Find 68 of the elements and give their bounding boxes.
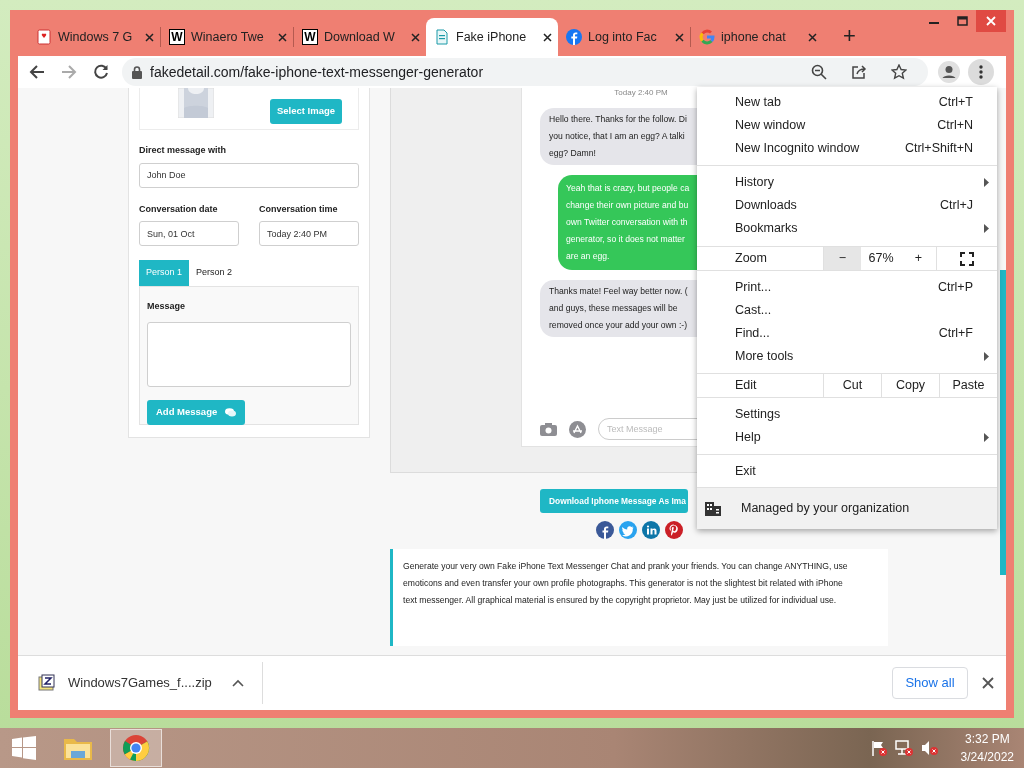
document-icon [434, 29, 450, 45]
caret-icon[interactable] [231, 679, 244, 687]
camera-icon[interactable] [540, 422, 557, 436]
google-icon [699, 29, 715, 45]
menu-item[interactable]: Exit [697, 460, 997, 483]
field-label: Direct message with [139, 144, 228, 157]
menu-label: Zoom [735, 250, 767, 268]
submenu-arrow-icon [984, 223, 989, 233]
address-bar[interactable]: fakedetail.com/fake-iphone-text-messenger-generator [122, 58, 928, 86]
chrome-icon[interactable] [122, 734, 150, 762]
zoom-in-button[interactable]: + [901, 247, 936, 270]
network-icon[interactable] [894, 740, 913, 756]
person-tab[interactable]: Person 2 [189, 260, 240, 286]
chat-icon [225, 407, 237, 417]
submenu-arrow-icon [984, 351, 989, 361]
time-field[interactable]: Today 2:40 PM [259, 221, 359, 246]
menu-icon[interactable] [968, 59, 994, 85]
zip-file-icon [38, 674, 56, 692]
close-icon[interactable] [982, 677, 994, 689]
timestamp: Today 2:40 PM [613, 88, 669, 98]
new-tab-button[interactable]: + [837, 24, 862, 48]
start-icon[interactable] [12, 736, 36, 760]
flag-icon[interactable] [870, 740, 887, 756]
menu-item[interactable]: More tools [697, 345, 997, 368]
description-text: Generate your very own Fake iPhone Text Messenger Chat and prank your friends. You can change ANYTHING, use emoticons and even transfer your own profile photographs. This generator is not the slightest bit related with iPhone text messenger. All graphical material is ensured by the copyright proprietor. May just be utilized for individual use. [390, 549, 888, 646]
browser-tab[interactable]: W Download W [294, 18, 426, 56]
zoom-out-button[interactable]: − [823, 247, 861, 270]
cards-icon [36, 29, 52, 45]
facebook-icon [566, 29, 582, 45]
profile-icon[interactable] [936, 59, 962, 85]
close-icon[interactable] [411, 32, 420, 42]
zoom-level: 67% [867, 250, 895, 268]
field-label: Conversation time [259, 202, 339, 216]
browser-tab[interactable]: W Winaero Twe [161, 18, 293, 56]
show-all-button[interactable]: Show all [892, 667, 968, 699]
submenu-arrow-icon [984, 177, 989, 187]
close-icon[interactable] [543, 32, 552, 42]
logo-icon: W [302, 29, 318, 45]
menu-action-button[interactable]: Paste [939, 374, 997, 397]
browser-tab[interactable]: Log into Fac [558, 18, 690, 56]
close-icon[interactable] [278, 32, 287, 42]
menu-action-button[interactable]: Copy [881, 374, 939, 397]
menu-label: Edit [735, 377, 757, 395]
input-field[interactable]: John Doe [139, 162, 359, 188]
message-field[interactable] [147, 321, 351, 387]
close-icon[interactable] [808, 32, 817, 42]
app-store-icon[interactable] [569, 420, 586, 438]
browser-tab[interactable]: iphone chat [691, 18, 823, 56]
date-field[interactable]: Sun, 01 Oct [139, 221, 239, 246]
pinterest-icon[interactable] [664, 521, 683, 539]
fullscreen-icon[interactable] [960, 251, 974, 266]
menu-action-button[interactable]: Cut [823, 374, 881, 397]
building-icon [705, 501, 721, 516]
logo-icon: W [169, 29, 185, 45]
field-label: Message [147, 300, 187, 313]
managed-notice[interactable]: Managed by your organization [697, 487, 997, 529]
download-file-name[interactable]: Windows7Games_f....zip [68, 673, 212, 693]
submenu-arrow-icon [984, 432, 989, 442]
clock[interactable]: 3:32 PM 3/24/2022 [960, 730, 1014, 766]
volume-muted-icon[interactable] [920, 740, 939, 756]
close-icon[interactable] [675, 32, 684, 42]
linkedin-icon[interactable] [641, 521, 660, 539]
browser-tab[interactable]: Fake iPhone [426, 18, 558, 56]
facebook-icon[interactable] [595, 521, 614, 539]
close-icon[interactable] [145, 32, 154, 42]
field-label: Conversation date [139, 202, 219, 216]
browser-tab[interactable]: Windows 7 G [28, 18, 160, 56]
lock-icon [132, 65, 142, 79]
